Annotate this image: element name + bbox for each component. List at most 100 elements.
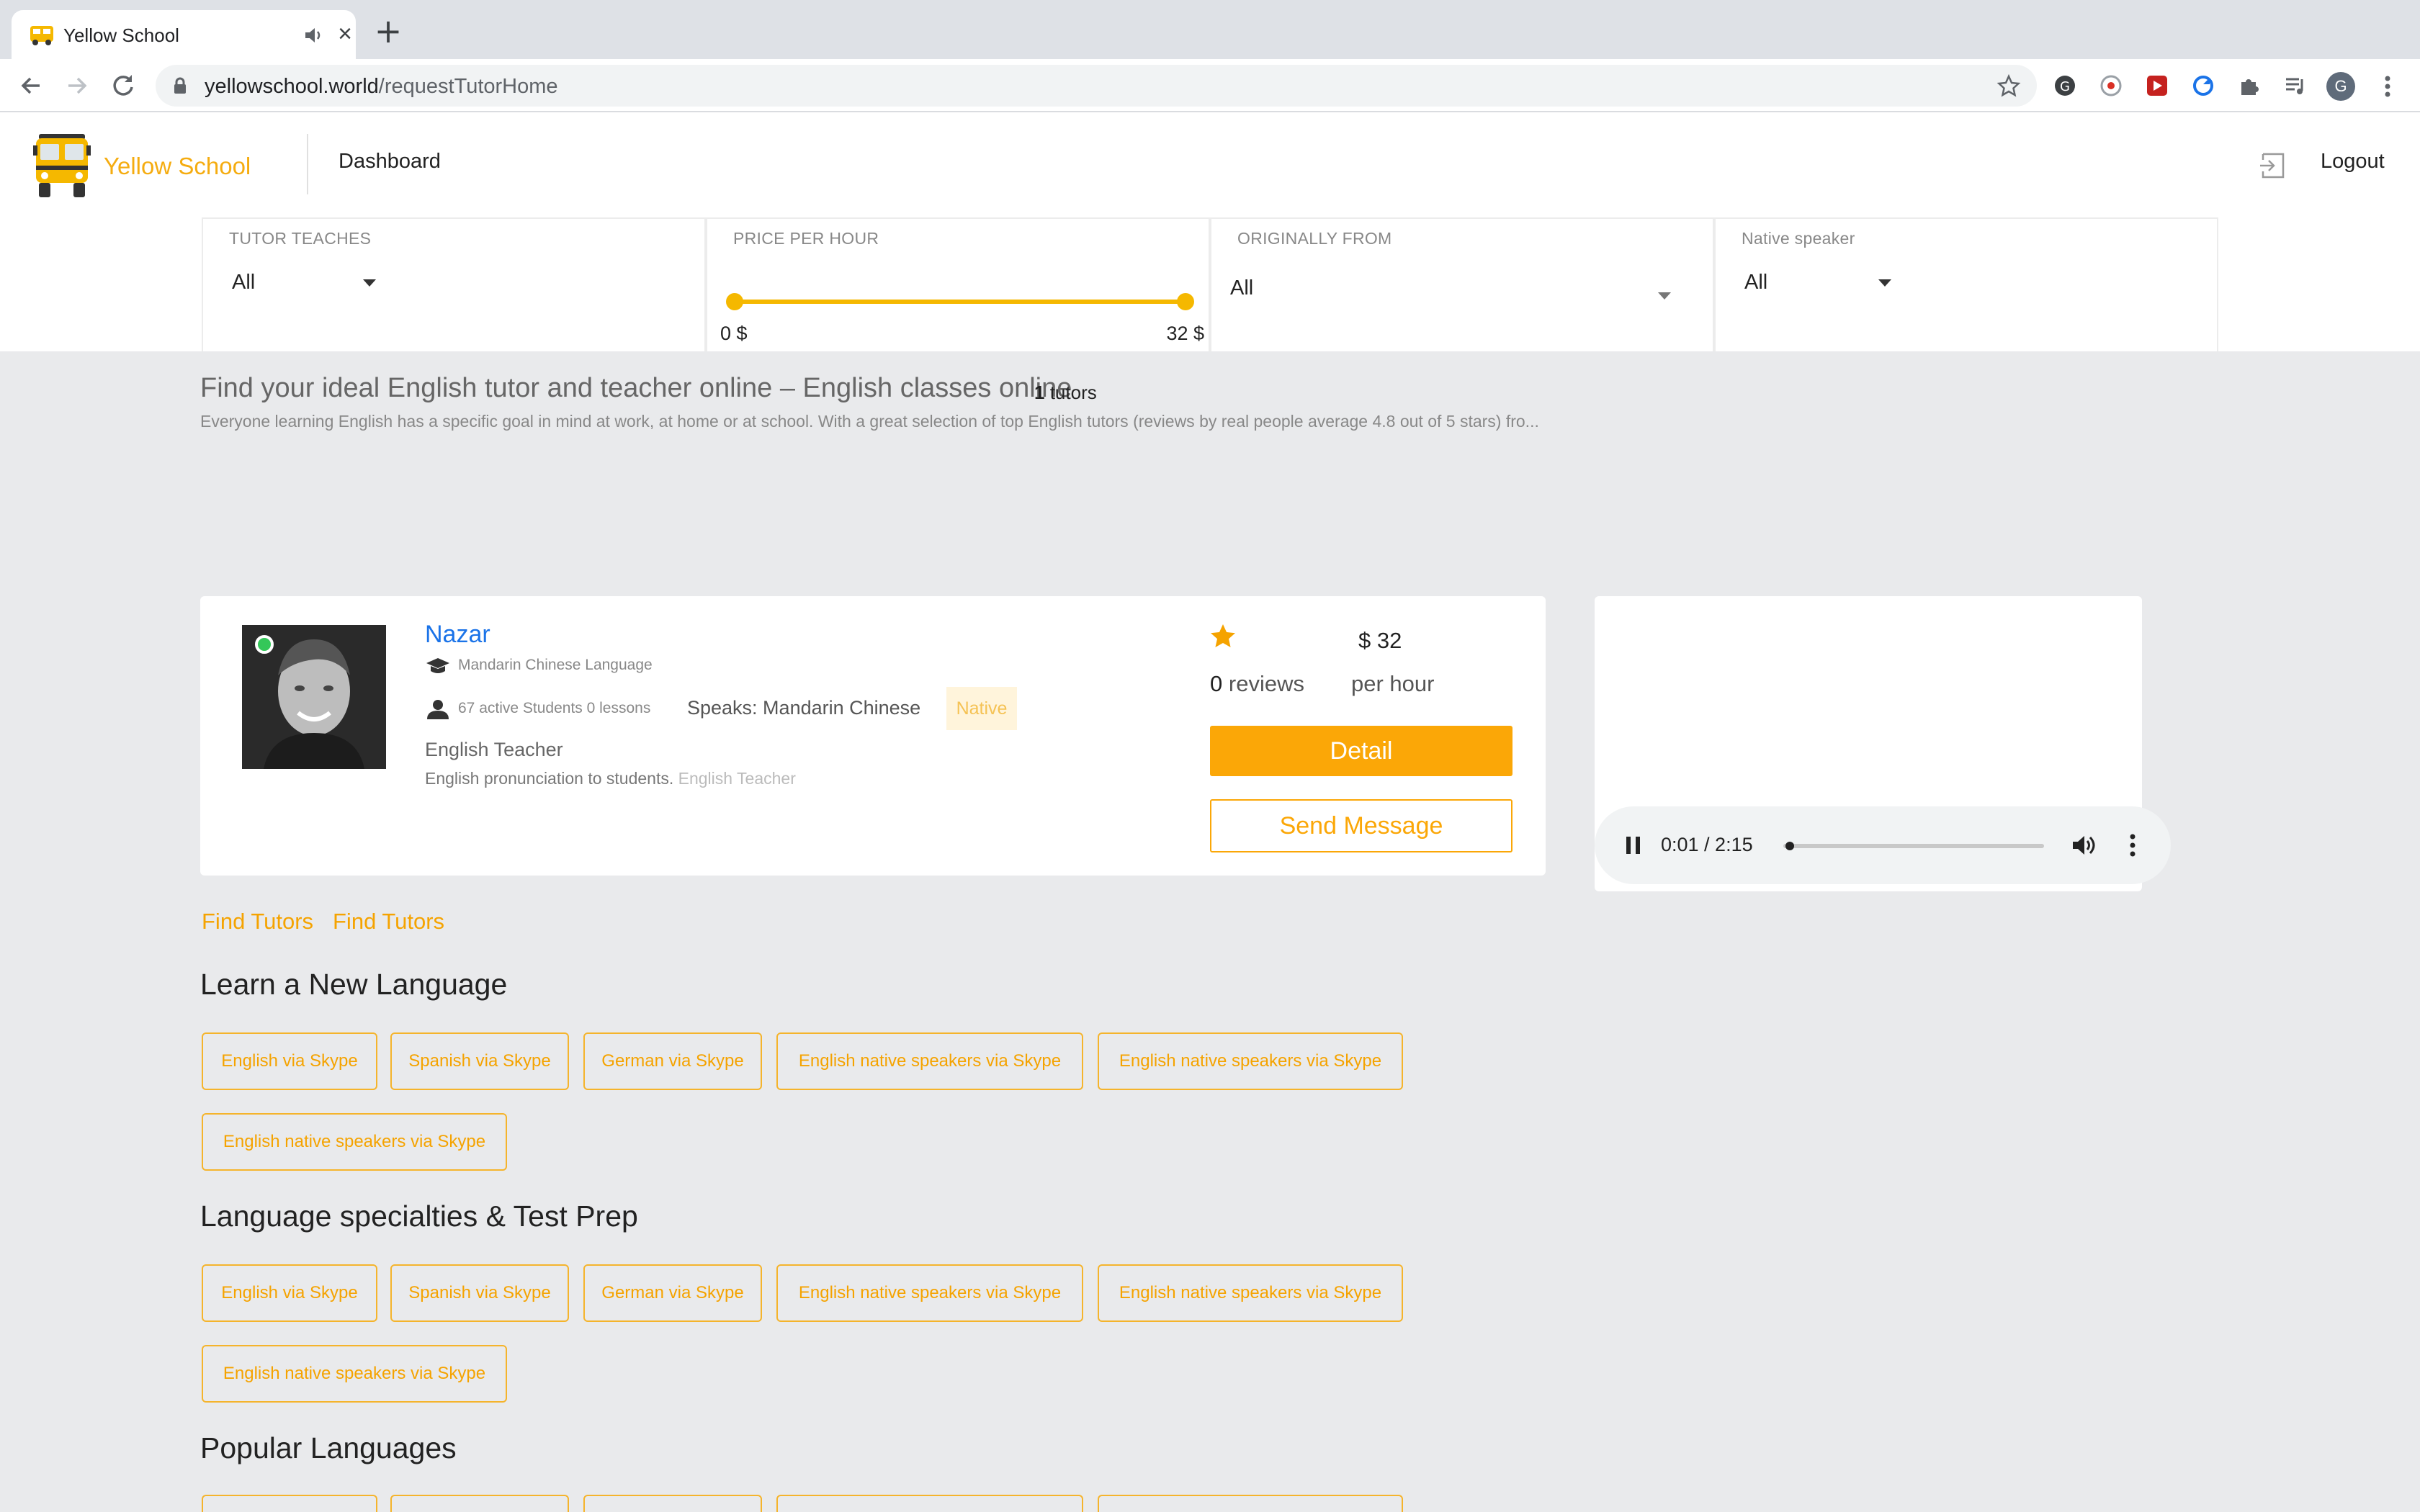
language-chip[interactable] [776,1495,1083,1512]
language-chip[interactable]: English native speakers via Skype [1098,1264,1403,1322]
audio-seek-bar[interactable] [1783,842,2044,850]
browser-tabstrip: Yellow School × + [0,0,2420,59]
logout-link[interactable]: Logout [2321,150,2385,174]
logout-icon[interactable] [2257,150,2289,181]
language-chip[interactable]: English native speakers via Skype [202,1345,507,1403]
filter-label: Native speaker [1742,229,1855,248]
rating-star-icon [1211,624,1235,647]
intro-description: Everyone learning English has a specific… [200,412,1539,431]
language-chip[interactable]: English via Skype [202,1264,377,1322]
extension-timer-icon[interactable] [2099,73,2123,98]
filter-value[interactable]: All [1744,271,1767,294]
price-unit: per hour [1351,671,1435,696]
profile-avatar[interactable]: G [2326,72,2355,101]
extension-grammar-icon[interactable]: G [2053,73,2077,98]
url-text: yellowschool.world/requestTutorHome [205,75,558,98]
school-bus-logo-icon[interactable] [32,131,92,200]
back-arrow-icon[interactable] [16,71,46,101]
lock-icon [174,77,186,94]
price-min-label: 0 $ [720,323,748,344]
filter-value[interactable]: All [1230,276,1253,300]
audio-seek-handle[interactable] [1785,842,1794,850]
graduation-cap-icon [426,658,449,673]
header-divider [307,134,308,194]
browser-toolbar: yellowschool.world/requestTutorHome G G [0,59,2420,112]
section-title: Learn a New Language [200,968,508,1001]
reload-icon[interactable] [108,71,138,101]
more-options-icon[interactable] [2128,832,2138,858]
media-queue-icon[interactable] [2283,73,2308,98]
filter-label: TUTOR TEACHES [229,229,372,248]
price-slider-max-handle[interactable] [1177,293,1194,310]
language-chip[interactable]: Spanish via Skype [390,1264,569,1322]
page-title: Find your ideal English tutor and teache… [200,373,1072,403]
filter-native-speaker[interactable]: Native speaker All [1714,217,2218,351]
price-max-label: 32 $ [1166,323,1204,344]
find-tutors-link[interactable]: Find Tutors [333,909,444,935]
language-chip[interactable]: English native speakers via Skype [1098,1032,1403,1090]
filter-value[interactable]: All [232,271,255,294]
native-badge: Native [946,687,1017,730]
person-icon [427,700,449,719]
tutor-role: English Teacher [425,739,563,760]
tutor-count: 1 tutors [1034,382,1097,403]
chevron-down-icon[interactable] [1658,292,1671,300]
pause-icon[interactable] [1623,834,1644,857]
audio-time: 0:01 / 2:15 [1661,834,1753,855]
volume-icon[interactable] [2070,832,2096,858]
language-chip[interactable]: Spanish via Skype [390,1032,569,1090]
filter-price-per-hour: PRICE PER HOUR 0 $ 32 $ [706,217,1210,351]
bookmark-star-icon[interactable] [1996,73,2021,98]
language-chip[interactable] [583,1495,762,1512]
tutor-price: $ 32 [1358,628,1402,653]
bus-favicon-icon [30,26,53,45]
send-message-button[interactable]: Send Message [1210,799,1512,852]
tab-title: Yellow School [63,24,179,46]
language-chip[interactable] [390,1495,569,1512]
language-chip[interactable] [1098,1495,1403,1512]
extension-sync-icon[interactable] [2191,73,2215,98]
extensions-puzzle-icon[interactable] [2237,73,2262,98]
price-slider-track[interactable] [735,300,1188,304]
forward-arrow-icon[interactable] [62,71,92,101]
language-chip[interactable]: German via Skype [583,1264,762,1322]
chevron-down-icon[interactable] [363,279,376,287]
tutor-reviews[interactable]: 0 reviews [1210,671,1304,697]
filter-label: PRICE PER HOUR [733,229,879,248]
browser-menu-icon[interactable] [2377,73,2398,99]
new-tab-icon[interactable]: + [372,14,405,49]
tutor-students: 67 active Students 0 lessons [458,700,651,716]
brand-name[interactable]: Yellow School [104,153,251,180]
tab-close-icon[interactable]: × [333,22,357,46]
filter-label: ORIGINALLY FROM [1237,229,1392,248]
chevron-down-icon[interactable] [1878,279,1891,287]
app-header: Yellow School Dashboard Logout [0,112,2420,216]
section-title: Popular Languages [200,1431,457,1464]
tutor-name-link[interactable]: Nazar [425,621,490,649]
language-chip[interactable]: German via Skype [583,1032,762,1090]
language-chip[interactable]: English native speakers via Skype [776,1264,1083,1322]
language-chip[interactable] [202,1495,377,1512]
language-chip[interactable]: English via Skype [202,1032,377,1090]
filter-originally-from[interactable]: ORIGINALLY FROM All [1210,217,1714,351]
audio-player[interactable]: 0:01 / 2:15 [1595,806,2171,884]
nav-dashboard-link[interactable]: Dashboard [339,150,441,174]
tutor-description: English pronunciation to students. Engli… [425,769,796,788]
tab-audio-playing-icon[interactable] [302,24,324,46]
find-tutors-link[interactable]: Find Tutors [202,909,313,935]
extension-video-icon[interactable] [2145,73,2169,98]
filter-bar: TUTOR TEACHES All PRICE PER HOUR 0 $ 32 … [0,216,2420,351]
tutor-subject: Mandarin Chinese Language [458,657,653,673]
detail-button[interactable]: Detail [1210,726,1512,776]
svg-text:G: G [2060,79,2070,94]
language-chip[interactable]: English native speakers via Skype [776,1032,1083,1090]
price-slider-min-handle[interactable] [726,293,743,310]
tutor-speaks: Speaks: Mandarin Chinese [687,697,921,719]
section-title: Language specialties & Test Prep [200,1200,638,1233]
filter-tutor-teaches[interactable]: TUTOR TEACHES All [202,217,706,351]
address-bar[interactable]: yellowschool.world/requestTutorHome [156,65,2037,107]
tutor-card: Nazar Mandarin Chinese Language 67 activ… [200,596,1546,876]
online-status-dot [255,635,274,654]
browser-tab[interactable]: Yellow School × [12,10,356,59]
language-chip[interactable]: English native speakers via Skype [202,1113,507,1171]
